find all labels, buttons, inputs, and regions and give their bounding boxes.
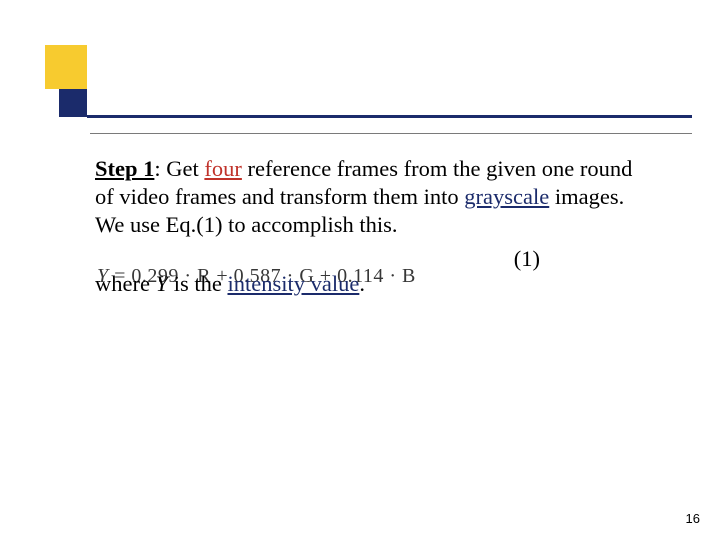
decor-block-navy [59,89,87,117]
page-number: 16 [686,511,700,526]
keyword-grayscale: grayscale [464,184,549,209]
rule-thin [90,133,692,134]
step-label: Step 1 [95,156,154,181]
keyword-four: four [204,156,242,181]
where-seg-3: . [359,271,365,296]
where-line: where Y is the intensity value. [95,270,640,298]
step-paragraph: Step 1: Get four reference frames from t… [95,155,640,239]
slide: Step 1: Get four reference frames from t… [0,0,720,540]
equation-line: Y = 0.299 · R + 0.587 · G + 0.114 · B wh… [95,270,640,298]
where-seg-1: where [95,271,156,296]
body-text: Step 1: Get four reference frames from t… [95,155,640,298]
rule-thick [87,115,692,118]
decor-block-yellow [45,45,87,89]
step-seg-1: : Get [154,156,204,181]
where-seg-2: is the [168,271,227,296]
where-var-Y: Y [156,271,169,296]
slide-header [45,45,675,125]
keyword-intensity: intensity value [227,271,359,296]
